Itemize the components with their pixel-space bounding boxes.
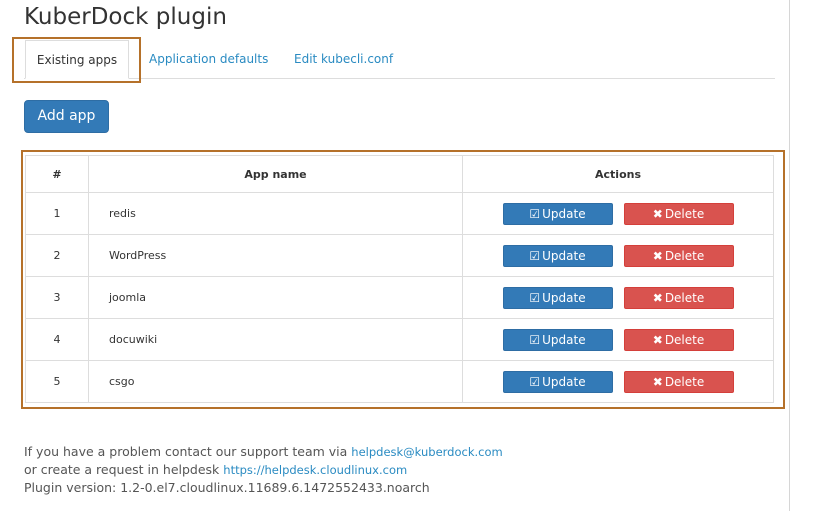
update-button[interactable]: ☑ Update	[502, 244, 613, 267]
add-app-button[interactable]: Add app	[24, 100, 109, 133]
edit-icon: ☑	[529, 374, 541, 389]
row-number: 4	[25, 318, 89, 361]
delete-button[interactable]: ✖ Delete	[623, 244, 734, 267]
tab-application-defaults[interactable]: Application defaults	[149, 40, 268, 78]
app-name: csgo	[88, 360, 463, 403]
update-button[interactable]: ☑ Update	[502, 370, 613, 393]
row-number: 5	[25, 360, 89, 403]
table-row: 1 redis ☑ Update ✖ Delete	[25, 192, 774, 235]
app-name: WordPress	[88, 234, 463, 277]
page-border	[789, 0, 790, 511]
delete-button[interactable]: ✖ Delete	[623, 286, 734, 309]
page-title: KuberDock plugin	[24, 4, 227, 30]
edit-icon: ☑	[529, 248, 541, 263]
app-name: redis	[88, 192, 463, 235]
row-actions: ☑ Update ✖ Delete	[462, 192, 774, 235]
apps-table: # App name Actions 1 redis ☑ Update ✖ Delete 2…	[25, 155, 774, 403]
app-name: docuwiki	[88, 318, 463, 361]
times-icon: ✖	[652, 248, 663, 263]
update-label: Update	[542, 248, 586, 263]
column-header-app-name: App name	[88, 155, 463, 193]
support-email-link[interactable]: helpdesk@kuberdock.com	[351, 445, 502, 459]
row-number: 3	[25, 276, 89, 319]
update-button[interactable]: ☑ Update	[502, 328, 613, 351]
delete-button[interactable]: ✖ Delete	[623, 370, 734, 393]
delete-label: Delete	[664, 248, 705, 263]
helpdesk-text: or create a request in helpdesk	[24, 462, 220, 477]
update-button[interactable]: ☑ Update	[502, 286, 613, 309]
row-number: 2	[25, 234, 89, 277]
table-row: 4 docuwiki ☑ Update ✖ Delete	[25, 318, 774, 361]
table-header-row: # App name Actions	[25, 155, 774, 193]
plugin-version: Plugin version: 1.2-0.el7.cloudlinux.116…	[24, 480, 430, 495]
times-icon: ✖	[652, 374, 663, 389]
app-name: joomla	[88, 276, 463, 319]
delete-label: Delete	[664, 206, 705, 221]
times-icon: ✖	[652, 332, 663, 347]
table-row: 3 joomla ☑ Update ✖ Delete	[25, 276, 774, 319]
delete-button[interactable]: ✖ Delete	[623, 202, 734, 225]
helpdesk-link[interactable]: https://helpdesk.cloudlinux.com	[223, 463, 407, 477]
update-label: Update	[542, 206, 586, 221]
update-label: Update	[542, 290, 586, 305]
tab-highlight-box	[12, 37, 141, 83]
edit-icon: ☑	[529, 332, 541, 347]
helpdesk-line: or create a request in helpdesk https://…	[24, 461, 503, 479]
table-row: 5 csgo ☑ Update ✖ Delete	[25, 360, 774, 403]
support-line: If you have a problem contact our suppor…	[24, 443, 503, 461]
row-number: 1	[25, 192, 89, 235]
delete-button[interactable]: ✖ Delete	[623, 328, 734, 351]
table-row: 2 WordPress ☑ Update ✖ Delete	[25, 234, 774, 277]
update-label: Update	[542, 374, 586, 389]
delete-label: Delete	[664, 332, 705, 347]
delete-label: Delete	[664, 290, 705, 305]
tab-edit-kubecli-conf[interactable]: Edit kubecli.conf	[294, 40, 393, 78]
column-header-actions: Actions	[462, 155, 774, 193]
column-header-number: #	[25, 155, 89, 193]
delete-label: Delete	[664, 374, 705, 389]
edit-icon: ☑	[529, 290, 541, 305]
update-button[interactable]: ☑ Update	[502, 202, 613, 225]
support-text: If you have a problem contact our suppor…	[24, 444, 348, 459]
row-actions: ☑ Update ✖ Delete	[462, 234, 774, 277]
row-actions: ☑ Update ✖ Delete	[462, 318, 774, 361]
row-actions: ☑ Update ✖ Delete	[462, 276, 774, 319]
times-icon: ✖	[652, 206, 663, 221]
update-label: Update	[542, 332, 586, 347]
row-actions: ☑ Update ✖ Delete	[462, 360, 774, 403]
support-footer: If you have a problem contact our suppor…	[24, 443, 503, 496]
edit-icon: ☑	[529, 206, 541, 221]
times-icon: ✖	[652, 290, 663, 305]
